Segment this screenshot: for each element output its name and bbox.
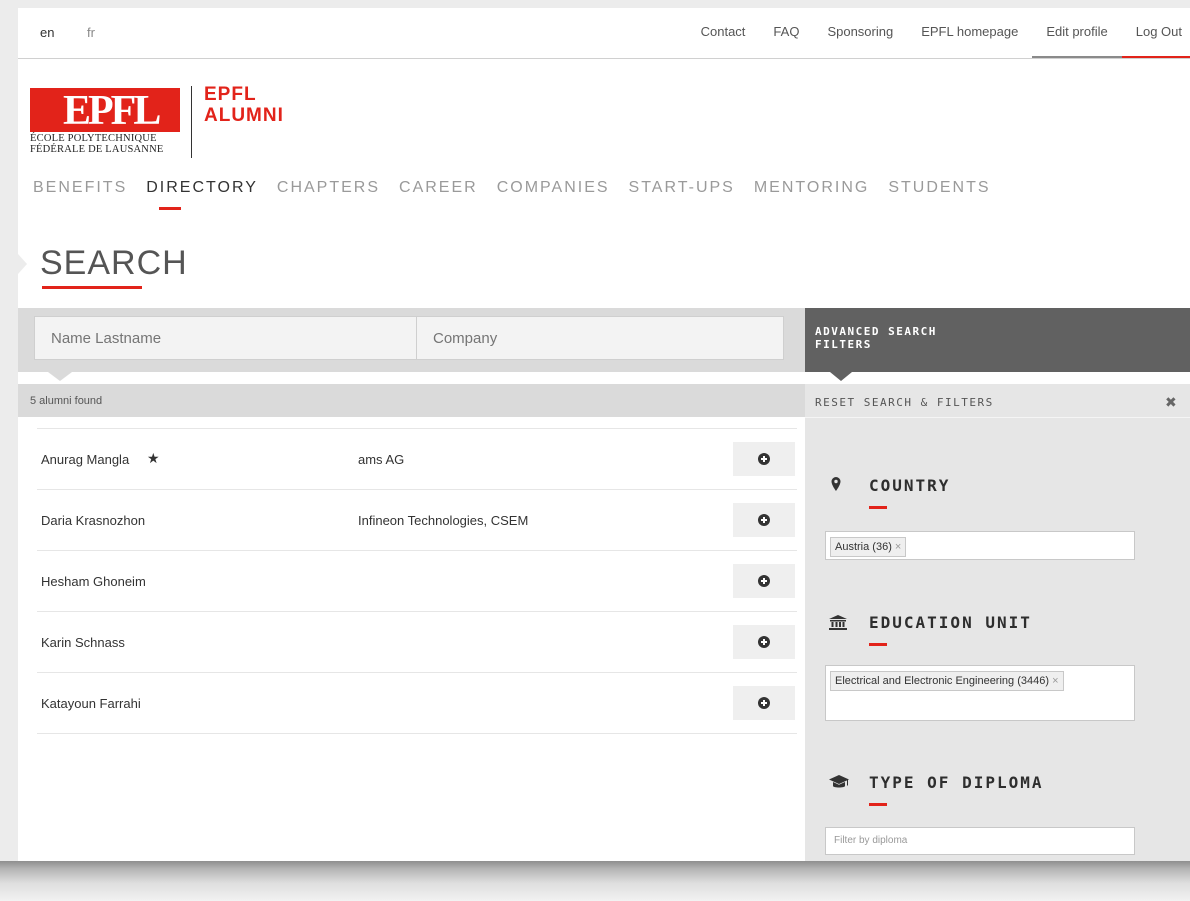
name-search-input[interactable] — [34, 316, 417, 360]
country-filter-title: COUNTRY — [869, 476, 951, 495]
nav-directory[interactable]: DIRECTORY — [146, 179, 258, 210]
panel-divider — [805, 417, 1190, 418]
main-nav: BENEFITS DIRECTORY CHAPTERS CAREER COMPA… — [33, 179, 991, 210]
logo-mark: EPFL — [63, 88, 161, 134]
title-marker — [18, 254, 27, 274]
logo-divider — [191, 86, 192, 158]
table-row[interactable]: Daria Krasnozhon Infineon Technologies, … — [37, 490, 797, 551]
logo-school-name: ÉCOLE POLYTECHNIQUE FÉDÉRALE DE LAUSANNE — [30, 133, 164, 155]
expand-button[interactable] — [733, 686, 795, 720]
title-underline — [42, 286, 142, 289]
link-sponsoring[interactable]: Sponsoring — [813, 8, 907, 58]
plus-circle-icon — [758, 636, 770, 648]
education-tag[interactable]: Electrical and Electronic Engineering (3… — [830, 671, 1064, 691]
expand-button[interactable] — [733, 564, 795, 598]
diploma-filter-input[interactable]: Filter by diploma — [825, 827, 1135, 855]
company-search-input[interactable] — [416, 316, 784, 360]
graduation-cap-icon — [829, 775, 849, 794]
results-bar: 5 alumni found — [18, 384, 805, 417]
lang-en[interactable]: en — [40, 25, 54, 40]
alumni-company: Infineon Technologies, CSEM — [358, 513, 529, 528]
plus-circle-icon — [758, 453, 770, 465]
expand-button[interactable] — [733, 442, 795, 476]
nav-start-ups[interactable]: START-UPS — [629, 179, 735, 197]
country-underline — [869, 506, 887, 509]
table-row[interactable]: Katayoun Farrahi — [37, 673, 797, 734]
link-contact[interactable]: Contact — [687, 8, 760, 58]
education-select[interactable]: Electrical and Electronic Engineering (3… — [825, 665, 1135, 721]
diploma-placeholder: Filter by diploma — [834, 835, 908, 846]
nav-students[interactable]: STUDENTS — [888, 179, 990, 197]
link-edit-profile[interactable]: Edit profile — [1032, 8, 1122, 58]
education-underline — [869, 643, 887, 646]
search-bar — [18, 308, 805, 372]
table-row[interactable]: Anurag Mangla ★ ams AG — [37, 429, 797, 490]
map-pin-icon — [830, 476, 842, 497]
nav-benefits[interactable]: BENEFITS — [33, 179, 127, 197]
expand-button[interactable] — [733, 625, 795, 659]
page-title: SEARCH — [40, 244, 188, 282]
browser-page: en fr Contact FAQ Sponsoring EPFL homepa… — [18, 8, 1190, 861]
remove-tag-icon: × — [1052, 675, 1059, 687]
diploma-filter-title: TYPE OF DIPLOMA — [869, 773, 1044, 792]
top-links: Contact FAQ Sponsoring EPFL homepage Edi… — [687, 8, 1190, 58]
advanced-search-title: ADVANCED SEARCH FILTERS — [815, 325, 937, 351]
nav-career[interactable]: CAREER — [399, 179, 478, 197]
alumni-name[interactable]: Karin Schnass — [41, 635, 125, 650]
table-row[interactable]: Karin Schnass — [37, 612, 797, 673]
reset-filters-button[interactable]: RESET SEARCH & FILTERS — [815, 396, 994, 409]
country-select[interactable]: Austria (36) × — [825, 531, 1135, 560]
plus-circle-icon — [758, 575, 770, 587]
nav-mentoring[interactable]: MENTORING — [754, 179, 869, 197]
plus-circle-icon — [758, 514, 770, 526]
star-icon: ★ — [147, 450, 160, 466]
alumni-name[interactable]: Daria Krasnozhon — [41, 513, 145, 528]
alumni-name[interactable]: Anurag Mangla — [41, 452, 129, 467]
link-faq[interactable]: FAQ — [759, 8, 813, 58]
filter-panel: RESET SEARCH & FILTERS ✖ COUNTRY Austria… — [805, 384, 1190, 861]
remove-tag-icon: × — [894, 541, 902, 553]
plus-circle-icon — [758, 697, 770, 709]
link-log-out[interactable]: Log Out — [1121, 8, 1190, 58]
close-icon[interactable]: ✖ — [1165, 394, 1177, 411]
results-count: 5 alumni found — [30, 395, 103, 407]
nav-chapters[interactable]: CHAPTERS — [277, 179, 380, 197]
results-list: Anurag Mangla ★ ams AG Daria Krasnozhon … — [37, 428, 797, 734]
search-notch — [48, 372, 72, 381]
logo-alumni: EPFL ALUMNI — [204, 84, 284, 126]
advanced-search-header[interactable]: ADVANCED SEARCH FILTERS — [805, 308, 1190, 372]
alumni-name[interactable]: Katayoun Farrahi — [41, 696, 141, 711]
expand-button[interactable] — [733, 503, 795, 537]
alumni-company: ams AG — [358, 452, 405, 467]
table-row[interactable]: Hesham Ghoneim — [37, 551, 797, 612]
link-epfl-homepage[interactable]: EPFL homepage — [907, 8, 1032, 58]
country-tag[interactable]: Austria (36) × — [830, 537, 907, 557]
education-filter-title: EDUCATION UNIT — [869, 613, 1032, 632]
screenshot-bottom-edge — [0, 861, 1190, 901]
nav-companies[interactable]: COMPANIES — [497, 179, 610, 197]
advanced-notch — [830, 372, 852, 381]
institution-icon — [829, 615, 847, 636]
lang-fr[interactable]: fr — [87, 25, 95, 40]
top-bar: en fr Contact FAQ Sponsoring EPFL homepa… — [18, 8, 1190, 59]
diploma-underline — [869, 803, 887, 806]
alumni-name[interactable]: Hesham Ghoneim — [41, 574, 146, 589]
